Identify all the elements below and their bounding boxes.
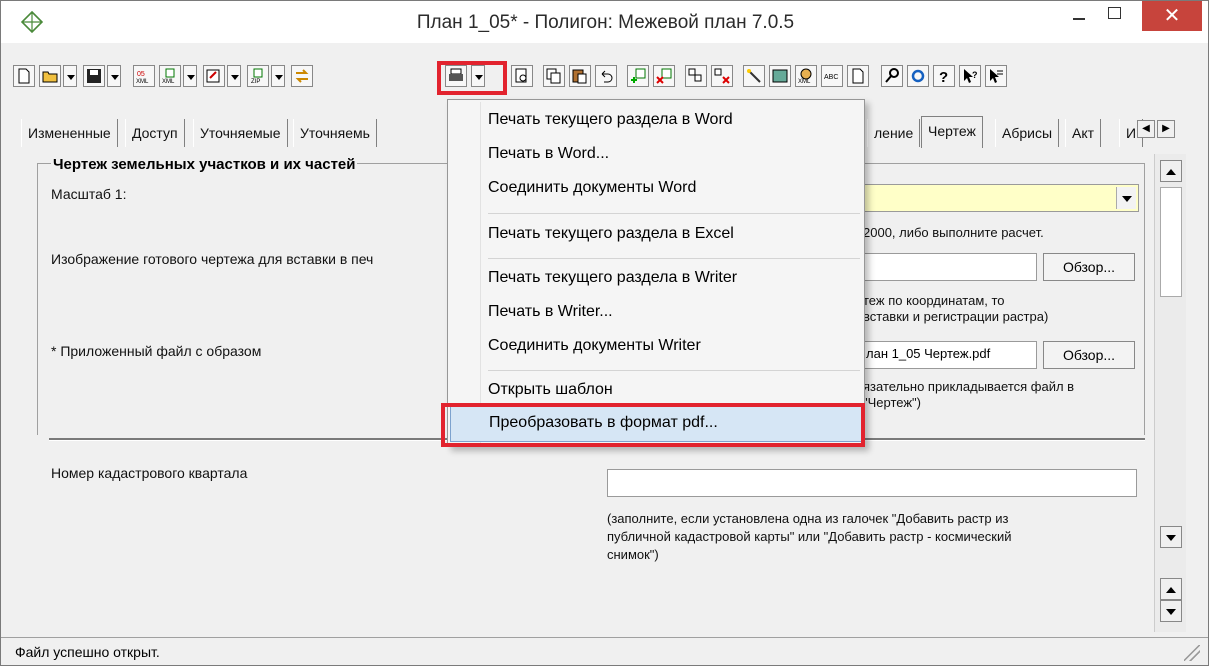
svg-text:?: ?: [972, 70, 978, 80]
add-part-icon[interactable]: [685, 65, 707, 87]
svg-text:XML: XML: [162, 79, 175, 84]
image-path-input[interactable]: [861, 253, 1037, 281]
page-up-icon[interactable]: [1160, 578, 1182, 600]
tab-refined-2[interactable]: Уточняемь: [293, 119, 377, 147]
open-folder-icon[interactable]: [39, 65, 61, 87]
context-help-icon[interactable]: ?: [959, 65, 981, 87]
tab-scroll-right-icon[interactable]: ▶: [1157, 120, 1175, 138]
save-dropdown[interactable]: [107, 65, 121, 87]
scale-hint: 2000, либо выполните расчет.: [863, 225, 1044, 240]
tab-changed[interactable]: Измененные: [21, 119, 118, 147]
close-button[interactable]: ✕: [1142, 1, 1202, 31]
svg-text:?: ?: [939, 69, 948, 84]
menu-item-merge-word[interactable]: Соединить документы Word: [450, 172, 862, 208]
svg-text:XML: XML: [136, 79, 149, 84]
cadastral-hint-1: (заполните, если установлена одна из гал…: [607, 511, 1009, 526]
zip-dropdown[interactable]: [271, 65, 285, 87]
exchange-icon[interactable]: [291, 65, 313, 87]
pdf-highlight-frame: [441, 403, 865, 447]
xml-dropdown[interactable]: [183, 65, 197, 87]
signature-dropdown[interactable]: [227, 65, 241, 87]
cadastral-quarter-input[interactable]: [607, 469, 1137, 497]
menu-item-print-section-writer[interactable]: Печать текущего раздела в Writer: [450, 262, 862, 298]
attached-file-label: * Приложенный файл с образом: [51, 343, 262, 359]
image-hint-1: теж по координатам, то: [863, 293, 1005, 308]
print-preview-icon[interactable]: [511, 65, 533, 87]
tab-sketches[interactable]: Абрисы: [995, 119, 1060, 147]
add-row-icon[interactable]: [627, 65, 649, 87]
menu-item-print-section-word[interactable]: Печать текущего раздела в Word: [450, 104, 862, 140]
delete-row-icon[interactable]: [653, 65, 675, 87]
catalog-icon[interactable]: [769, 65, 791, 87]
resize-grip-icon[interactable]: [1184, 645, 1200, 661]
tab-scroll-left-icon[interactable]: ◀: [1137, 120, 1155, 138]
scroll-up-icon[interactable]: [1160, 160, 1182, 182]
polygon-app-icon: [21, 11, 43, 33]
menu-item-print-word[interactable]: Печать в Word...: [450, 138, 862, 174]
status-bar: Файл успешно открыт.: [1, 637, 1208, 665]
print-highlight-frame: [437, 61, 507, 95]
file-hint-2: "Чертеж"): [863, 395, 921, 410]
scroll-down-icon[interactable]: [1160, 526, 1182, 548]
tab-act[interactable]: Акт: [1065, 119, 1102, 147]
status-text: Файл успешно открыт.: [15, 644, 160, 660]
svg-text:XML: XML: [798, 79, 811, 84]
print-menu: Печать текущего раздела в Word Печать в …: [447, 99, 865, 447]
tab-location[interactable]: ление: [867, 119, 921, 147]
chevron-down-icon[interactable]: [1116, 187, 1136, 209]
menu-item-print-writer[interactable]: Печать в Writer...: [450, 296, 862, 332]
undo-icon[interactable]: [595, 65, 617, 87]
svg-text:ABC: ABC: [824, 74, 838, 81]
toolbar: 05 XML XML ZIP XML ABC ? ?: [13, 61, 1208, 95]
cadastral-hint-3: снимок"): [607, 547, 659, 562]
menu-separator: [488, 213, 860, 214]
group-title: Чертеж земельных участков и их частей: [51, 156, 358, 173]
spellcheck-icon[interactable]: ABC: [821, 65, 843, 87]
menu-item-merge-writer[interactable]: Соединить документы Writer: [450, 330, 862, 366]
svg-text:ZIP: ZIP: [251, 79, 260, 84]
xml-catalog-icon[interactable]: XML: [795, 65, 817, 87]
zip-icon[interactable]: ZIP: [247, 65, 269, 87]
scale-label: Масштаб 1:: [51, 186, 127, 202]
new-file-icon[interactable]: [13, 65, 35, 87]
exit-icon[interactable]: [985, 65, 1007, 87]
browse-image-button[interactable]: Обзор...: [1043, 253, 1135, 281]
tab-drawing[interactable]: Чертеж: [921, 116, 983, 148]
scroll-thumb[interactable]: [1160, 187, 1182, 297]
browse-file-button[interactable]: Обзор...: [1043, 341, 1135, 369]
image-label: Изображение готового чертежа для вставки…: [51, 251, 374, 267]
refresh-icon[interactable]: [907, 65, 929, 87]
document-icon[interactable]: [847, 65, 869, 87]
cadastral-quarter-label: Номер кадастрового квартала: [51, 465, 248, 481]
settings-wrench-icon[interactable]: [881, 65, 903, 87]
copy-icon[interactable]: [543, 65, 565, 87]
file-hint-1: язательно прикладывается файл в: [863, 379, 1075, 394]
xml-import-icon[interactable]: XML: [159, 65, 181, 87]
wand-icon[interactable]: [743, 65, 765, 87]
svg-text:05: 05: [137, 71, 145, 78]
window-title: План 1_05* - Полигон: Межевой план 7.0.5: [416, 12, 795, 33]
paste-icon[interactable]: [569, 65, 591, 87]
attached-file-input[interactable]: лан 1_05 Чертеж.pdf: [861, 341, 1037, 369]
tab-refined[interactable]: Уточняемые: [193, 119, 288, 147]
vertical-scrollbar[interactable]: [1154, 154, 1186, 632]
menu-separator: [488, 370, 860, 371]
page-down-icon[interactable]: [1160, 600, 1182, 622]
signature-icon[interactable]: [203, 65, 225, 87]
open-dropdown[interactable]: [63, 65, 77, 87]
delete-part-icon[interactable]: [711, 65, 733, 87]
help-icon[interactable]: ?: [933, 65, 955, 87]
save-icon[interactable]: [83, 65, 105, 87]
menu-item-print-section-excel[interactable]: Печать текущего раздела в Excel: [450, 218, 862, 254]
scale-combo[interactable]: [861, 184, 1139, 212]
menu-separator: [488, 258, 860, 259]
image-hint-2: вставки и регистрации растра): [863, 309, 1049, 324]
xml-export-icon[interactable]: 05 XML: [133, 65, 155, 87]
cadastral-hint-2: публичной кадастровой карты" или "Добави…: [607, 529, 1012, 544]
app-window: План 1_05* - Полигон: Межевой план 7.0.5…: [0, 0, 1209, 666]
title-bar: План 1_05* - Полигон: Межевой план 7.0.5…: [1, 1, 1208, 43]
tab-access[interactable]: Доступ: [125, 119, 185, 147]
